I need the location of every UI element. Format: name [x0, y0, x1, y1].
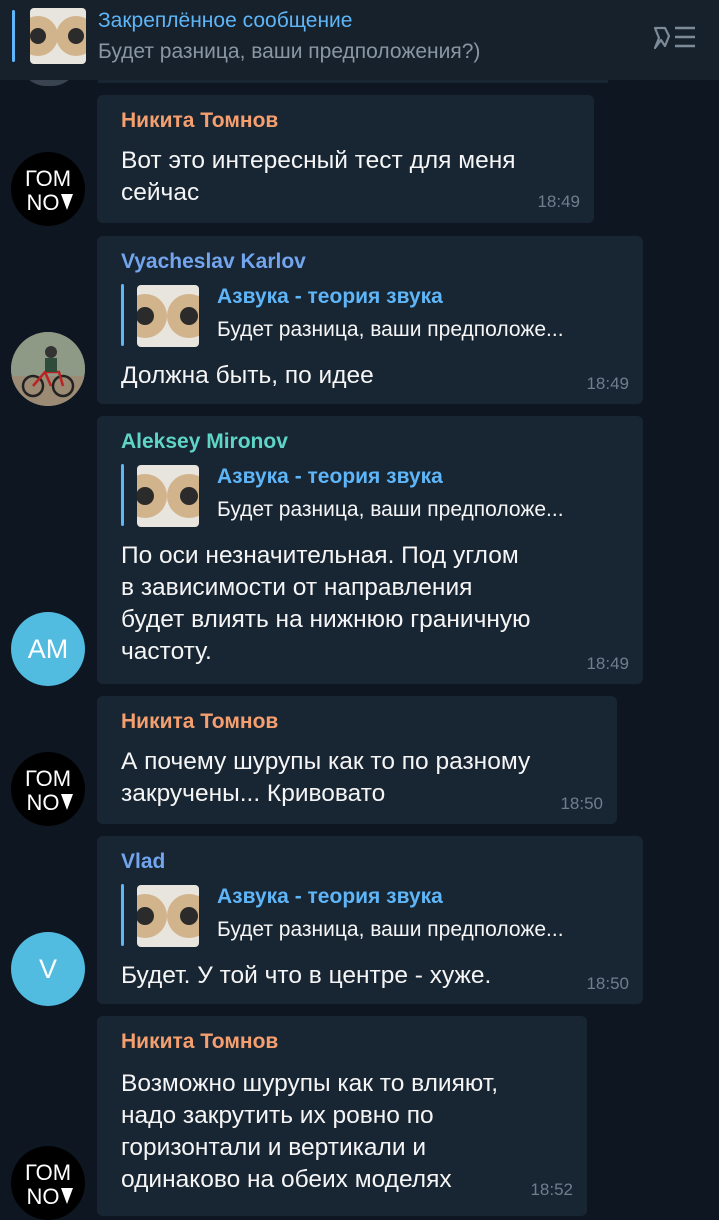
avatar-initials[interactable]: V — [11, 932, 85, 1006]
message-text-line: Должна быть, по идее — [121, 362, 374, 389]
message-text-line: надо закрутить их ровно по — [121, 1102, 434, 1129]
reply-text: Будет разница, ваши предположе... — [217, 318, 564, 341]
message-text-line: Возможно шурупы как то влияют, — [121, 1070, 499, 1097]
message-bubble[interactable]: Aleksey Mironov Азвука - теория звука Бу… — [97, 416, 643, 684]
message-text-line: А почему шурупы как то по разному — [121, 748, 531, 775]
logo-text-bottom: NO — [27, 790, 60, 815]
reply-text: Будет разница, ваши предположе... — [217, 918, 564, 941]
reply-thumbnail — [137, 885, 199, 947]
reply-title: Азвука - теория звука — [217, 465, 443, 488]
pinned-thumbnail — [30, 8, 86, 64]
message-text-line: сейчас — [121, 179, 200, 206]
avatar-logo[interactable]: ГОМ NO — [11, 152, 85, 226]
pinned-list-icon[interactable] — [651, 22, 699, 52]
avatar-initials-text: V — [38, 953, 57, 984]
avatar-initials-text: AM — [27, 633, 69, 664]
message-text-line: По оси незначительная. Под углом — [121, 542, 519, 569]
message-text-line: горизонтали и вертикали и — [121, 1134, 427, 1161]
message-author[interactable]: Никита Томнов — [121, 1030, 278, 1054]
reply-thumbnail — [137, 285, 199, 347]
message-text-line: Будет. У той что в центре - хуже. — [121, 962, 492, 989]
reply-thumbnail — [137, 465, 199, 527]
message-text-line: в зависимости от направления — [121, 574, 473, 601]
message-bubble[interactable]: Vyacheslav Karlov Азвука - теория звука … — [97, 236, 643, 404]
logo-text-bottom: NO — [27, 190, 60, 215]
avatar-initials[interactable]: AM — [11, 612, 85, 686]
pinned-text: Будет разница, ваши предположения?) — [98, 40, 481, 63]
avatar-logo[interactable]: ГОМ NO — [11, 752, 85, 826]
reply-title: Азвука - теория звука — [217, 285, 443, 308]
message-time: 18:49 — [586, 654, 629, 673]
message-text-line: закручены... Кривовато — [121, 780, 386, 807]
reply-preview[interactable]: Азвука - теория звука Будет разница, ваш… — [121, 884, 631, 947]
message-text-line: будет влиять на нижнюю граничную — [121, 606, 531, 633]
message-time: 18:52 — [530, 1180, 573, 1199]
message-text-line: Вот это интересный тест для меня — [121, 147, 516, 174]
reply-preview[interactable]: Азвука - теория звука Будет разница, ваш… — [121, 464, 631, 527]
message-time: 18:49 — [586, 374, 629, 393]
pinned-accent-bar — [12, 10, 15, 62]
message-author[interactable]: Vlad — [121, 850, 165, 874]
message-author[interactable]: Никита Томнов — [121, 710, 278, 734]
message-time: 18:50 — [560, 794, 603, 813]
logo-text-top: ГОМ — [25, 766, 71, 791]
message-bubble[interactable]: Никита Томнов Возможно шурупы как то вли… — [97, 1016, 587, 1216]
logo-text-bottom: NO — [27, 1184, 60, 1209]
message-author[interactable]: Aleksey Mironov — [121, 430, 288, 454]
reply-preview[interactable]: Азвука - теория звука Будет разница, ваш… — [121, 284, 631, 347]
message-time: 18:50 — [586, 974, 629, 993]
message-bubble[interactable]: Никита Томнов А почему шурупы как то по … — [97, 696, 617, 824]
message-bubble[interactable]: Vlad Азвука - теория звука Будет разница… — [97, 836, 643, 1004]
message-time: 18:49 — [537, 192, 580, 211]
message-author[interactable]: Никита Томнов — [121, 109, 278, 133]
avatar-photo[interactable] — [11, 332, 85, 406]
message-text-line: одинаково на обеих моделях — [121, 1166, 452, 1193]
pinned-message-bar[interactable]: Закреплённое сообщение Будет разница, ва… — [0, 0, 719, 80]
reply-text: Будет разница, ваши предположе... — [217, 498, 564, 521]
message-bubble[interactable]: Никита Томнов Вот это интересный тест дл… — [97, 95, 594, 223]
message-author[interactable]: Vyacheslav Karlov — [121, 250, 306, 274]
pinned-title: Закреплённое сообщение — [98, 9, 353, 32]
message-text-line: частоту. — [121, 638, 212, 665]
reply-title: Азвука - теория звука — [217, 885, 443, 908]
avatar-logo[interactable]: ГОМ NO — [11, 1146, 85, 1220]
logo-text-top: ГОМ — [25, 166, 71, 191]
logo-text-top: ГОМ — [25, 1160, 71, 1185]
